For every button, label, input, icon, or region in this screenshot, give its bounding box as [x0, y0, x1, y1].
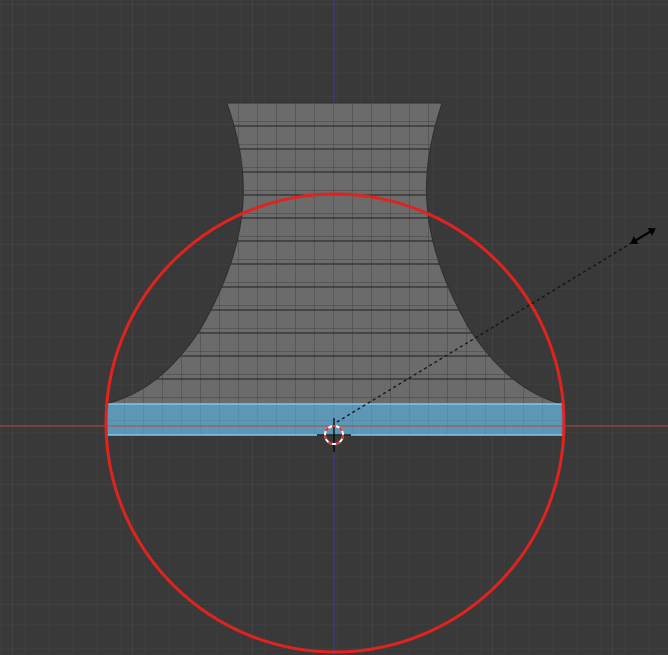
- 3d-viewport[interactable]: [0, 0, 668, 655]
- selected-face-strip[interactable]: [105, 403, 565, 436]
